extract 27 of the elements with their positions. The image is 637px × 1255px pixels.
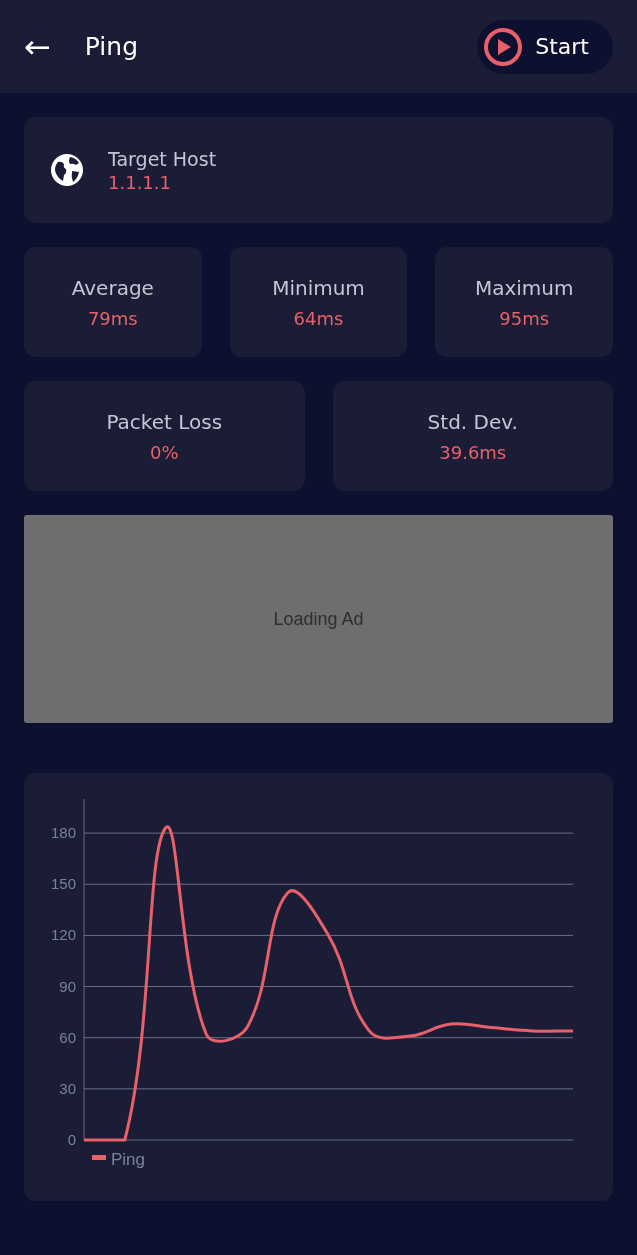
page-title: Ping	[84, 32, 139, 61]
stat-value: 39.6ms	[439, 441, 507, 463]
stat-label: Minimum	[272, 275, 365, 300]
stat-value: 0%	[149, 441, 179, 463]
y-tick-label: 30	[59, 1079, 76, 1097]
play-icon	[483, 26, 524, 67]
ad-loading-text: Loading Ad	[273, 608, 364, 630]
stat-value: 64ms	[293, 307, 344, 329]
stat-label: Packet Loss	[106, 409, 223, 434]
y-tick-label: 90	[59, 977, 76, 995]
stat-label: Maximum	[474, 275, 574, 300]
stat-label: Std. Dev.	[427, 409, 518, 434]
stat-value: 95ms	[499, 307, 550, 329]
start-button[interactable]: Start	[477, 19, 613, 74]
target-host-value: 1.1.1.1	[108, 171, 172, 193]
globe-icon	[50, 153, 84, 187]
stat-value: 79ms	[87, 307, 138, 329]
target-host-label: Target Host	[108, 147, 217, 170]
back-button[interactable]: ←	[24, 30, 51, 63]
y-tick-label: 120	[50, 926, 76, 944]
y-tick-label: 0	[67, 1131, 76, 1148]
y-tick-label: 180	[50, 824, 76, 842]
legend-swatch	[92, 1155, 106, 1160]
stat-label: Average	[71, 275, 154, 300]
y-tick-label: 150	[50, 875, 76, 893]
legend-label: Ping	[111, 1150, 146, 1169]
y-tick-label: 60	[59, 1028, 76, 1046]
